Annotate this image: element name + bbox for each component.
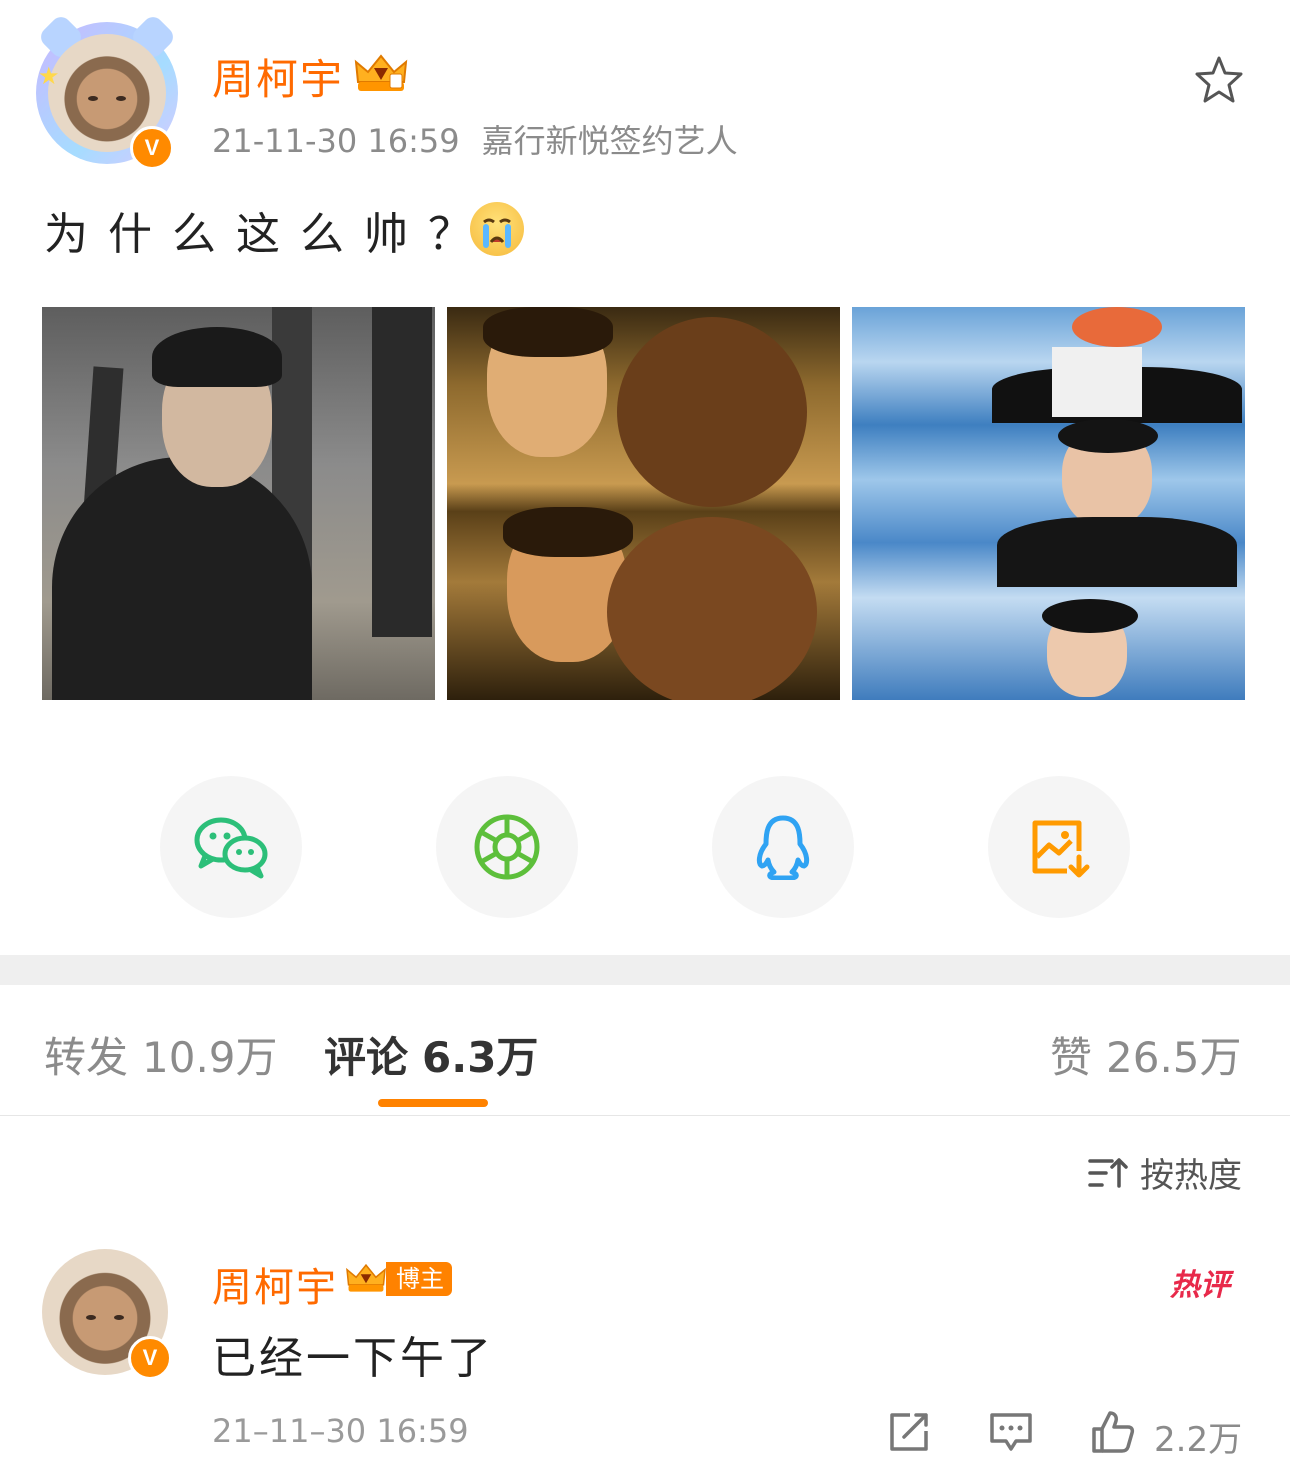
tab-repost-label: 转发 bbox=[44, 1033, 129, 1082]
tab-divider bbox=[0, 1115, 1290, 1116]
tab-repost[interactable]: 转发 10.9万 bbox=[44, 1024, 278, 1085]
crown-badge-icon bbox=[346, 1263, 386, 1292]
tab-comment[interactable]: 评论 6.3万 bbox=[324, 1024, 538, 1085]
save-image-button[interactable] bbox=[988, 776, 1130, 918]
post-image-3[interactable] bbox=[852, 307, 1245, 700]
post-image-1[interactable] bbox=[42, 307, 435, 700]
verified-badge-icon: V bbox=[130, 126, 174, 170]
comment-like-count: 2.2万 bbox=[1154, 1420, 1243, 1460]
post-text: 为什么这么帅？ bbox=[44, 209, 492, 260]
comment-time: 21–11–30 16:59 bbox=[212, 1412, 469, 1450]
save-image-icon bbox=[1032, 820, 1090, 878]
crying-face-emoji bbox=[470, 202, 524, 256]
share-qq-button[interactable] bbox=[712, 776, 854, 918]
tab-like-count: 26.5万 bbox=[1106, 1033, 1242, 1082]
tab-repost-count: 10.9万 bbox=[142, 1033, 278, 1082]
share-moments-button[interactable] bbox=[436, 776, 578, 918]
crown-badge-icon bbox=[354, 54, 408, 91]
qq-icon bbox=[756, 815, 810, 880]
post-image-2[interactable] bbox=[447, 307, 840, 700]
wechat-icon bbox=[194, 817, 268, 879]
moments-icon bbox=[474, 814, 540, 880]
star-decoration-icon: ★ bbox=[38, 62, 60, 90]
tab-like-label: 赞 bbox=[1050, 1033, 1093, 1082]
tab-like[interactable]: 赞 26.5万 bbox=[1050, 1024, 1242, 1085]
verified-badge-icon: V bbox=[128, 1336, 172, 1380]
like-icon[interactable] bbox=[1090, 1409, 1136, 1455]
post-author-name[interactable]: 周柯宇 bbox=[212, 46, 344, 107]
tab-comment-count: 6.3万 bbox=[422, 1033, 539, 1082]
hot-comment-tag: 热评 bbox=[1170, 1268, 1230, 1303]
favorite-star-icon[interactable] bbox=[1193, 54, 1245, 106]
repost-icon[interactable] bbox=[886, 1409, 932, 1455]
section-divider bbox=[0, 955, 1290, 985]
sort-icon bbox=[1088, 1157, 1128, 1188]
post-meta: 21-11-30 16:59 嘉行新悦签约艺人 bbox=[212, 116, 738, 162]
tab-comment-label: 评论 bbox=[324, 1033, 409, 1082]
share-wechat-button[interactable] bbox=[160, 776, 302, 918]
comment-author-name[interactable]: 周柯宇 bbox=[212, 1255, 338, 1313]
post-source: 嘉行新悦签约艺人 bbox=[481, 122, 738, 160]
sort-by-hot-button[interactable]: 按热度 bbox=[1088, 1148, 1242, 1197]
comment-icon[interactable] bbox=[988, 1409, 1034, 1455]
author-badge: 博主 bbox=[386, 1262, 452, 1296]
active-tab-indicator bbox=[378, 1099, 488, 1107]
post-time: 21-11-30 16:59 bbox=[212, 122, 460, 160]
sort-label: 按热度 bbox=[1140, 1156, 1242, 1196]
comment-text: 已经一下午了 bbox=[212, 1333, 494, 1384]
